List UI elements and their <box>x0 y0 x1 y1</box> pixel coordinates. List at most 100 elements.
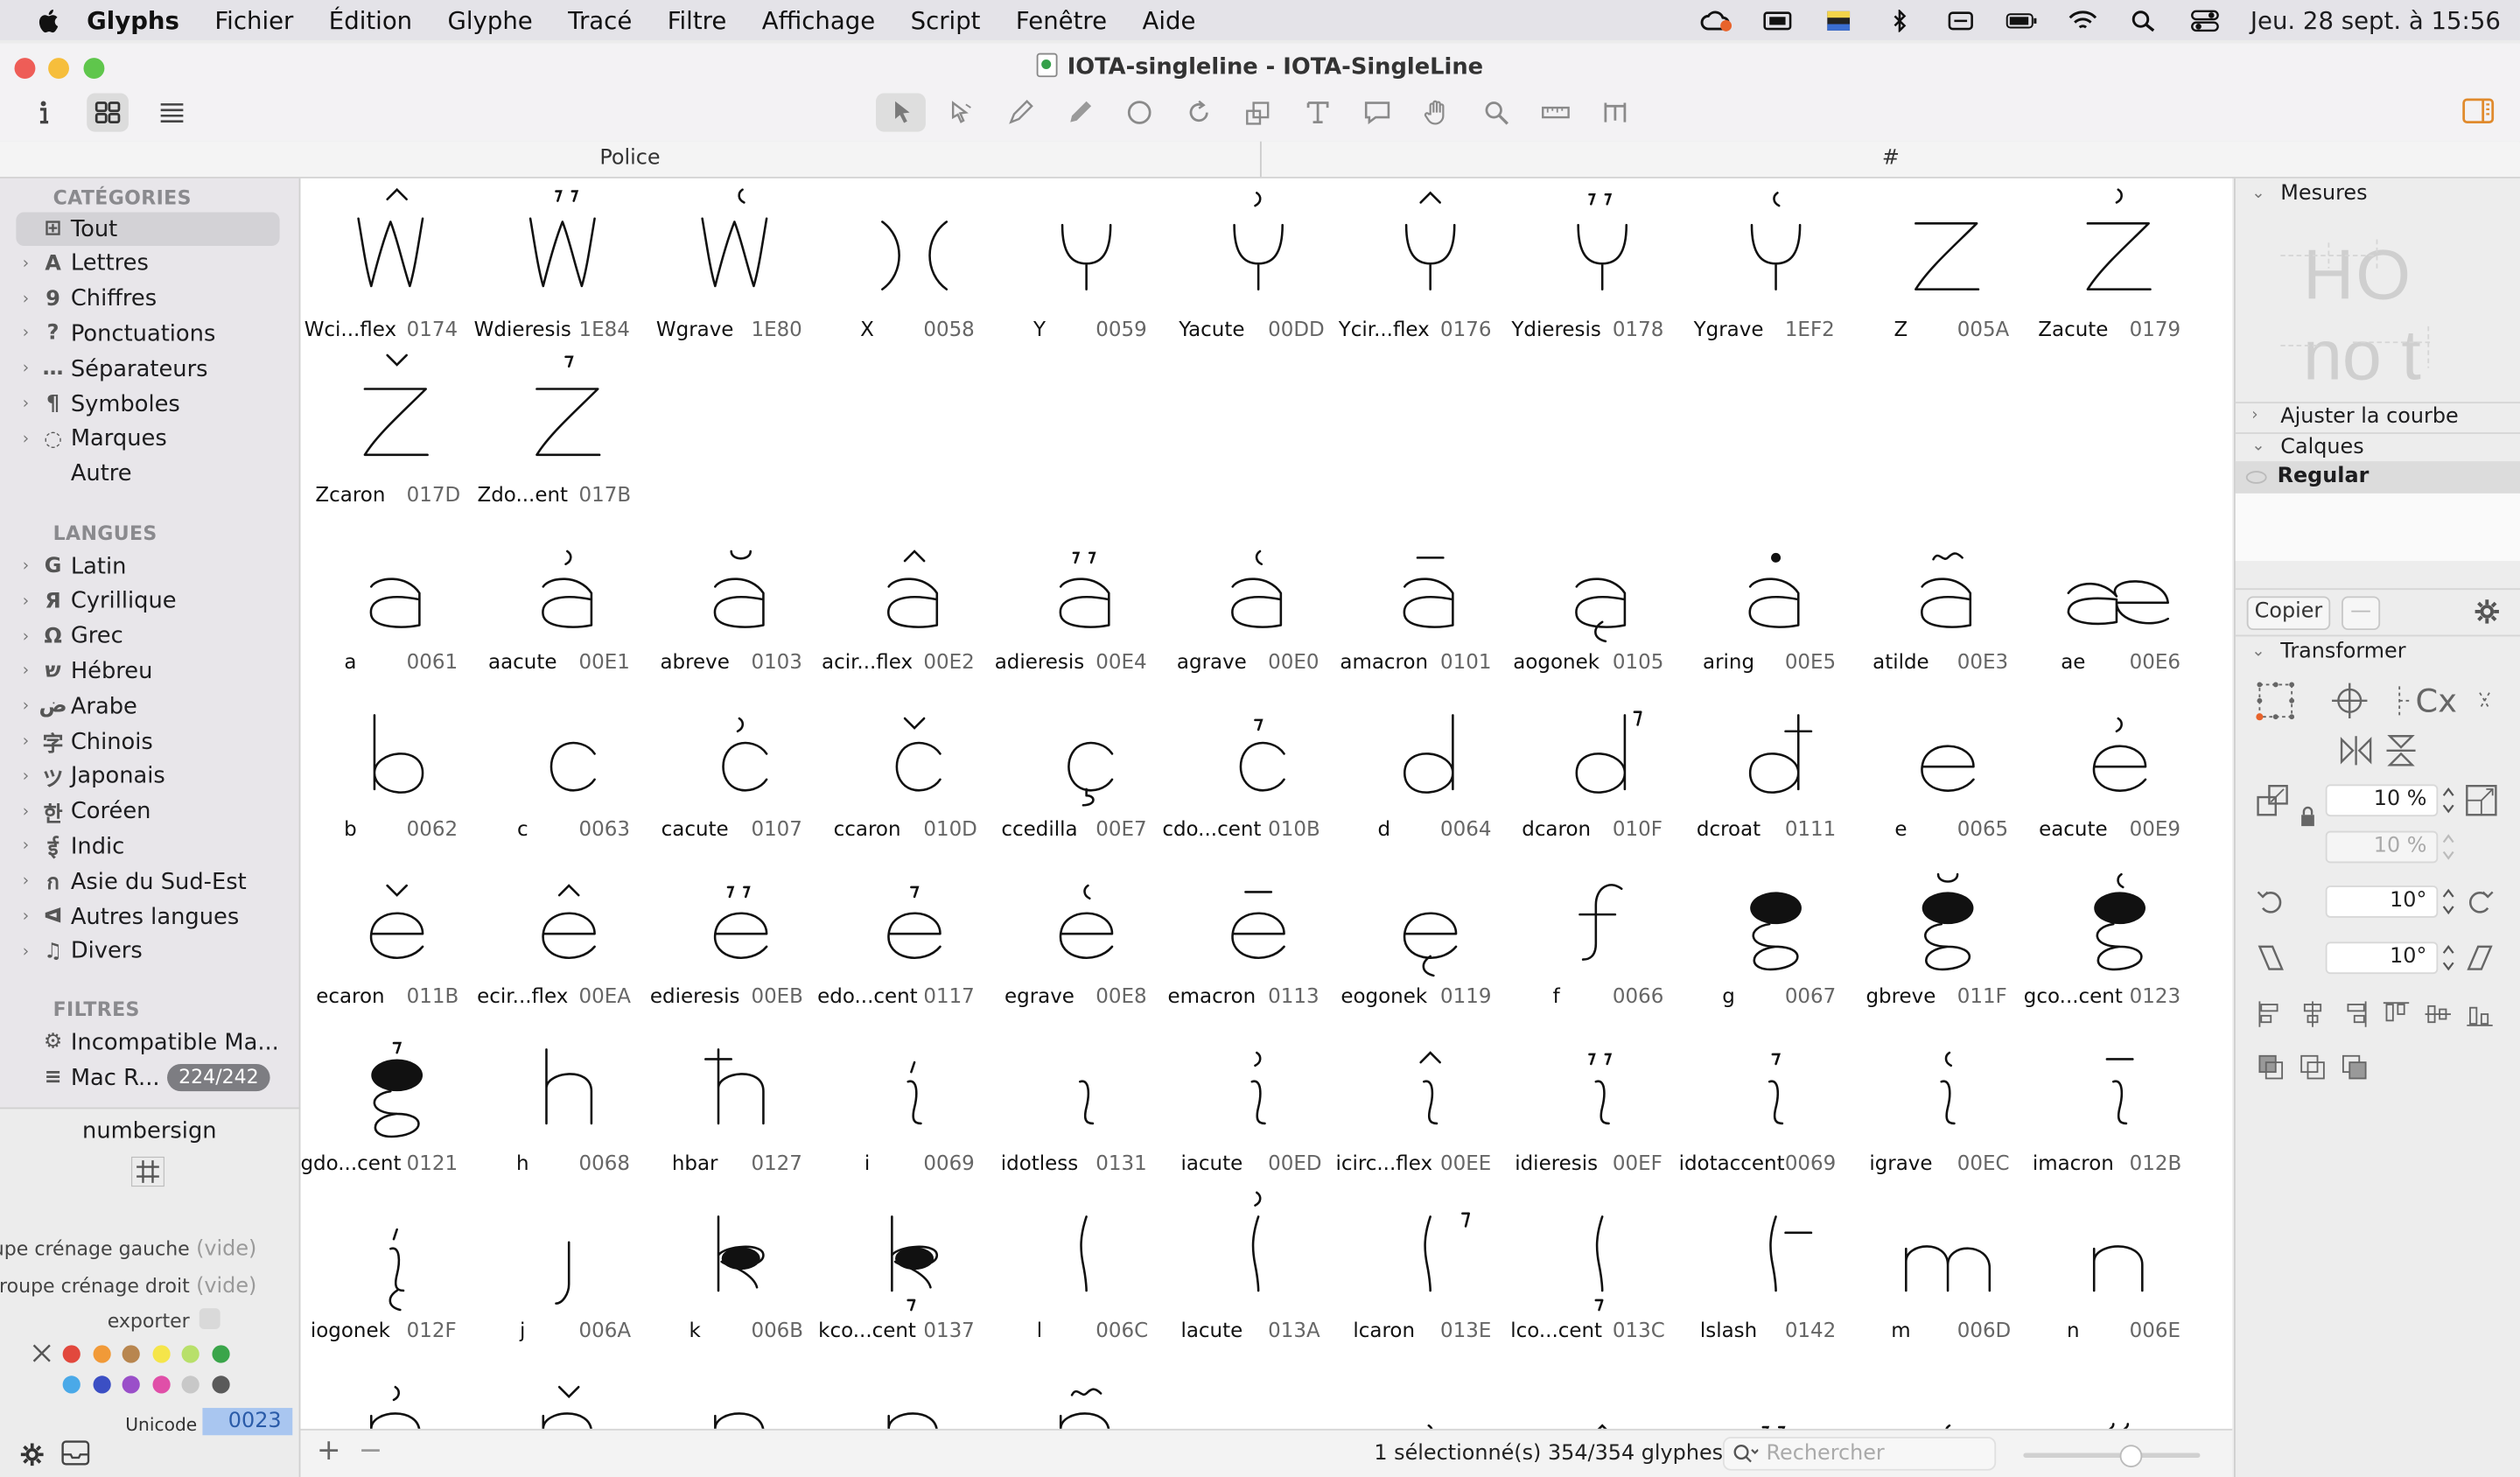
glyph-cell[interactable]: iogonek 012F <box>300 1185 472 1350</box>
sidebar-item-marques[interactable]: › ◌ Marques <box>16 423 279 457</box>
rotate-cw-icon[interactable] <box>2464 886 2496 918</box>
glyph-cell[interactable]: j 006A <box>472 1185 645 1350</box>
glyph-cell[interactable] <box>1679 1352 1852 1429</box>
menu-glyphs[interactable]: Glyphs <box>87 5 179 34</box>
chevron-right-icon[interactable]: › <box>16 326 35 343</box>
glyph-cell[interactable]: imacron 012B <box>2023 1018 2195 1183</box>
glyph-cell[interactable]: gbreve 011F <box>1852 850 2024 1016</box>
glyph-cell[interactable]: edo...cent 0117 <box>817 850 990 1016</box>
glyph-cell[interactable]: Zdo...ent 017B <box>472 349 645 514</box>
glyph-cell[interactable]: emacron 0113 <box>1162 850 1334 1016</box>
chevron-right-icon[interactable]: › <box>16 627 35 645</box>
export-checkbox[interactable] <box>199 1308 220 1330</box>
tab-police[interactable]: Police <box>0 142 1260 177</box>
display-icon[interactable] <box>1762 9 1795 32</box>
glyph-cell[interactable]: aogonek 0105 <box>1507 516 1679 682</box>
slant-stepper[interactable] <box>2441 942 2456 974</box>
chevron-right-icon[interactable]: › <box>16 733 35 751</box>
glyph-cell[interactable]: ae 00E6 <box>2023 516 2195 682</box>
glyph-cell[interactable]: g 0067 <box>1679 850 1852 1016</box>
bluetooth-icon[interactable] <box>1884 9 1916 32</box>
menu-fenetre[interactable]: Fenêtre <box>1016 5 1107 34</box>
glyph-cell[interactable]: m 006D <box>1852 1185 2024 1350</box>
glyph-cell[interactable]: gco...cent 0123 <box>2023 850 2195 1016</box>
sidebar-item-latin[interactable]: › G Latin <box>16 550 279 584</box>
ajuster-courbe-header[interactable]: Ajuster la courbe <box>2280 405 2458 430</box>
sidebar-item-s-parateurs[interactable]: › … Séparateurs <box>16 353 279 387</box>
glyph-cell[interactable]: ccedilla 00E7 <box>990 683 1162 849</box>
eye-icon[interactable] <box>2245 469 2268 485</box>
flip-vertical-icon[interactable] <box>2384 733 2418 768</box>
glyph-cell[interactable]: cdo...cent 010B <box>1162 683 1334 849</box>
kern-right-field[interactable]: (vide) <box>196 1275 256 1299</box>
sidebar-item-incompatible-ma[interactable]: ⚙ Incompatible Ma... <box>16 1026 279 1060</box>
kern-left-field[interactable]: (vide) <box>196 1237 256 1262</box>
slant-right-icon[interactable] <box>2464 942 2496 974</box>
layer-row-regular[interactable]: Regular <box>2235 461 2520 494</box>
gear-icon[interactable] <box>2474 598 2501 625</box>
glyph-cell[interactable]: dcaron 010F <box>1507 683 1679 849</box>
glyph-cell[interactable]: Ygrave 1EF2 <box>1679 183 1852 348</box>
chevron-right-icon[interactable]: › <box>16 592 35 610</box>
glyph-cell[interactable]: Y 0059 <box>990 183 1162 348</box>
slant-left-icon[interactable] <box>2255 942 2287 974</box>
mesures-header[interactable]: Mesures <box>2280 182 2367 206</box>
glyph-cell[interactable]: Zacute 0179 <box>2023 183 2195 348</box>
color-swatch[interactable] <box>92 1345 110 1363</box>
sidebearing-tool-icon[interactable] <box>1589 94 1639 132</box>
sidebar-item-autre[interactable]: Autre <box>16 458 279 492</box>
rotate-field[interactable]: 10° <box>2325 886 2439 918</box>
export-tray-icon[interactable] <box>61 1440 90 1466</box>
annotation-tool-icon[interactable] <box>1352 94 1402 132</box>
sidebar-item-divers[interactable]: › ♫ Divers <box>16 935 279 970</box>
apple-icon[interactable] <box>35 5 64 34</box>
transformer-header[interactable]: Transformer <box>2280 640 2405 664</box>
glyph-cell[interactable]: iacute 00ED <box>1162 1018 1334 1183</box>
paste-button[interactable]: — <box>2342 596 2381 631</box>
crosshair-icon[interactable] <box>2328 680 2370 722</box>
lock-icon[interactable] <box>2298 805 2317 828</box>
sidebar-item-arabe[interactable]: › ض Arabe <box>16 690 279 724</box>
glyph-cell[interactable]: Wgrave 1E80 <box>645 183 817 348</box>
scale-y-stepper[interactable] <box>2441 831 2456 864</box>
align-right-icon[interactable] <box>2338 998 2370 1031</box>
chevron-right-icon[interactable]: › <box>16 908 35 926</box>
battery-icon[interactable] <box>2006 9 2039 32</box>
add-glyph-button[interactable]: + <box>317 1433 341 1467</box>
menu-affichage[interactable]: Affichage <box>762 5 875 34</box>
glyph-name[interactable]: numbersign <box>0 1118 299 1144</box>
glyph-cell[interactable] <box>1334 1352 1507 1429</box>
hand-tool-icon[interactable] <box>1411 94 1461 132</box>
chevron-right-icon[interactable]: › <box>16 290 35 308</box>
subtract-icon[interactable] <box>2297 1051 2329 1083</box>
chevron-right-icon[interactable]: › <box>16 557 35 575</box>
tab-numbersign[interactable]: # <box>1262 142 2520 177</box>
glyph-cell[interactable]: ccaron 010D <box>817 683 990 849</box>
chevron-right-icon[interactable]: › <box>16 873 35 891</box>
draw-tool-icon[interactable] <box>995 94 1045 132</box>
glyph-cell[interactable] <box>990 1352 1162 1429</box>
glyph-cell[interactable]: hbar 0127 <box>645 1018 817 1183</box>
chevron-right-icon[interactable]: › <box>16 360 35 378</box>
glyph-cell[interactable]: amacron 0101 <box>1334 516 1507 682</box>
glyph-cell[interactable] <box>1852 1352 2024 1429</box>
glyph-cell[interactable]: eogonek 0119 <box>1334 850 1507 1016</box>
glyph-cell[interactable] <box>300 1352 472 1429</box>
chevron-right-icon[interactable]: › <box>16 396 35 413</box>
sidebar-item-symboles[interactable]: › ¶ Symboles <box>16 388 279 422</box>
chevron-right-icon[interactable]: › <box>16 943 35 961</box>
glyph-cell[interactable] <box>2023 1352 2195 1429</box>
glyph-cell[interactable]: l 006C <box>990 1185 1162 1350</box>
glyph-cell[interactable]: h 0068 <box>472 1018 645 1183</box>
glyph-cell[interactable]: b 0062 <box>300 683 472 849</box>
align-bottom-icon[interactable] <box>2464 998 2496 1031</box>
glyph-cell[interactable]: e 0065 <box>1852 683 2024 849</box>
gear-icon[interactable] <box>19 1442 45 1467</box>
rotate-tool-icon[interactable] <box>1173 94 1223 132</box>
scale-tool-icon[interactable] <box>1233 94 1283 132</box>
slant-field[interactable]: 10° <box>2325 942 2439 975</box>
glyph-cell[interactable]: X 0058 <box>817 183 990 348</box>
glyph-cell[interactable]: acir...flex 00E2 <box>817 516 990 682</box>
color-swatch[interactable] <box>182 1376 200 1394</box>
spotlight-icon[interactable] <box>2128 9 2160 32</box>
